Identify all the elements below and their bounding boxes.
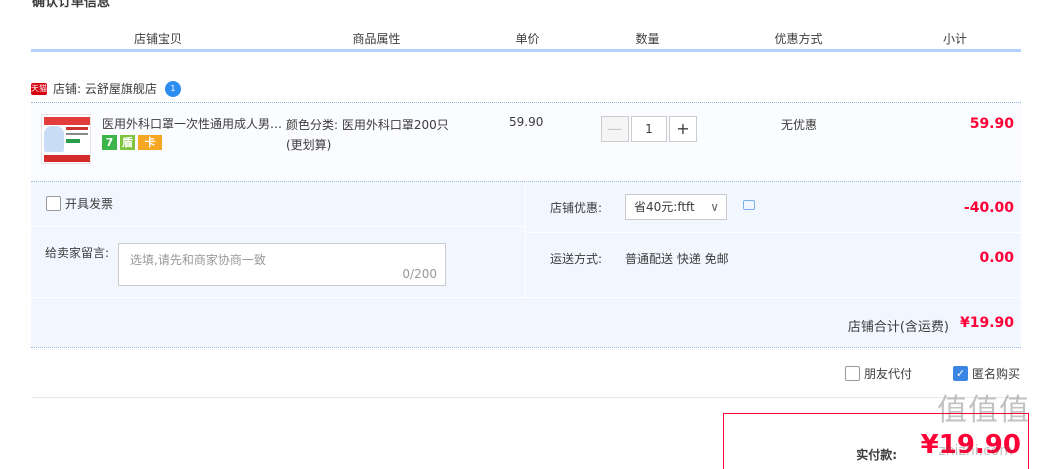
site-watermark-url: zhizhi.com [938,443,1013,459]
section-title: 确认订单信息 [32,0,111,10]
order-options-panel: 开具发票 给卖家留言: 选填,请先和商家协商一致 0/200 店铺优惠: 省40… [31,181,1021,348]
message-placeholder: 选填,请先和商家协商一致 [130,253,266,267]
friend-pay-label: 朋友代付 [864,367,913,381]
shop-total-value: ¥19.90 [959,315,1014,331]
shop-total-label: 店铺合计(含运费) [847,320,949,335]
attr-line-note: (更划算) [286,138,332,152]
pay-label: 实付款: [856,448,897,462]
anonymous-checkbox-checked[interactable]: ✓ [953,366,968,381]
shop-discount-value: -40.00 [963,200,1014,216]
site-watermark: 值值值 [937,393,1030,428]
anonymous-label: 匿名购买 [972,367,1021,381]
col-attributes: 商品属性 [286,30,468,49]
increase-button[interactable]: + [669,116,697,142]
product-title-link[interactable]: 医用外科口罩一次性通用成人男女夏季防晒防尘 [102,115,284,132]
shipping-label: 运送方式: [550,252,603,266]
friend-pay-option[interactable]: 朋友代付 [845,365,912,382]
invoice-checkbox[interactable]: 开具发票 [46,195,113,212]
credit-card-icon[interactable]: 卡 [138,135,162,150]
shop-name-link[interactable]: 店铺: 云舒屋旗舰店 [53,80,157,97]
shipping-fee: 0.00 [979,250,1014,266]
message-label: 给卖家留言: [45,246,110,260]
column-header: 店铺宝贝 商品属性 单价 数量 优惠方式 小计 [31,30,1021,52]
col-shop-item: 店铺宝贝 [31,30,286,49]
col-unit-price: 单价 [468,30,588,49]
order-item-row: 医用外科口罩一次性通用成人男女夏季防晒防尘 7 盾 卡 颜色分类: 医用外科口罩… [31,102,1021,180]
unit-price: 59.90 [509,115,544,129]
guarantee-shield-icon[interactable]: 盾 [120,135,135,150]
invoice-label: 开具发票 [65,197,114,211]
product-attributes: 颜色分类: 医用外科口罩200只 (更划算) [286,115,471,155]
item-subtotal: 59.90 [969,116,1014,132]
tmall-badge-icon: 天猫 [31,82,47,95]
promo-method: 无优惠 [781,118,818,132]
message-char-counter: 0/200 [402,267,437,281]
comment-icon[interactable] [743,200,755,210]
attr-line: 颜色分类: 医用外科口罩200只 [286,118,449,132]
shipping-method: 普通配送 快递 免邮 [625,252,729,266]
shop-bar: 天猫 店铺: 云舒屋旗舰店 1 [31,80,181,97]
decrease-button[interactable]: — [601,116,629,142]
seven-day-return-icon[interactable]: 7 [102,135,117,150]
quantity-input[interactable]: 1 [631,116,667,142]
quantity-stepper: — 1 + [601,116,697,142]
seller-message-input[interactable]: 选填,请先和商家协商一致 0/200 [118,243,446,286]
invoice-checkbox-box[interactable] [46,196,61,211]
divider [31,397,1021,398]
col-quantity: 数量 [588,30,708,49]
anonymous-purchase-option[interactable]: ✓ 匿名购买 [953,365,1020,382]
col-subtotal: 小计 [890,30,1021,49]
chevron-down-icon: ∨ [710,200,719,214]
shop-discount-label: 店铺优惠: [550,201,603,215]
shop-discount-select[interactable]: 省40元:ftft ∨ [625,194,727,220]
service-badges: 7 盾 卡 [102,135,162,150]
product-thumbnail[interactable] [41,114,91,164]
shop-discount-selected: 省40元:ftft [634,200,695,214]
friend-pay-checkbox[interactable] [845,366,860,381]
wangwang-chat-icon[interactable]: 1 [164,80,181,97]
col-promo: 优惠方式 [708,30,890,49]
